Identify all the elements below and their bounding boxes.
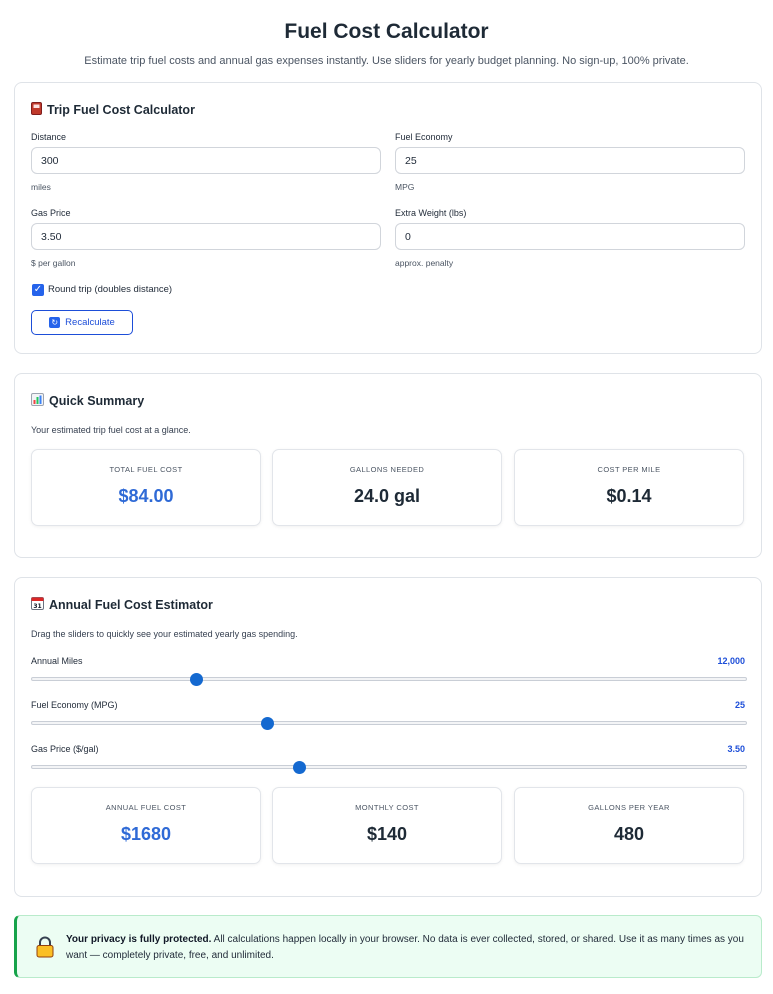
stat-label: Annual Fuel Cost (105, 803, 187, 812)
refresh-icon: ↻ (49, 317, 61, 328)
gallons-needed-value: 24.0 gal (353, 486, 421, 506)
stat-label: Gallons Needed (349, 465, 425, 474)
summary-description: Your estimated trip fuel cost at a glanc… (31, 425, 191, 435)
annual-miles-slider[interactable] (31, 672, 747, 686)
fuel-economy-slider-label: Fuel Economy (MPG) (31, 700, 118, 710)
fuel-pump-icon (31, 102, 42, 118)
round-trip-label[interactable]: Round trip (doubles distance) (48, 284, 172, 295)
gas-price-hint: $ per gallon (31, 258, 76, 268)
total-fuel-cost-value: $84.00 (118, 486, 174, 506)
privacy-heading: Your privacy is fully protected. (66, 934, 212, 945)
annual-description: Drag the sliders to quickly see your est… (31, 629, 298, 639)
fuel-economy-input[interactable] (395, 147, 745, 174)
annual-card-title-text: Annual Fuel Cost Estimator (49, 598, 213, 612)
slider-thumb[interactable] (189, 672, 203, 686)
page-title: Fuel Cost Calculator (284, 20, 489, 43)
trip-calculator-card: Trip Fuel Cost Calculator Distance miles… (14, 82, 762, 354)
gallons-per-year-box: Gallons Per Year 480 (514, 787, 744, 864)
extra-weight-input[interactable] (395, 223, 745, 250)
gallons-needed-box: Gallons Needed 24.0 gal (272, 449, 502, 526)
slider-thumb[interactable] (261, 716, 275, 730)
distance-label: Distance (31, 132, 67, 142)
privacy-text: Your privacy is fully protected. All cal… (66, 932, 746, 964)
stat-label: Total Fuel Cost (109, 465, 183, 474)
trip-card-title: Trip Fuel Cost Calculator (31, 102, 195, 118)
gas-price-label: Gas Price (31, 208, 71, 218)
cost-per-mile-value: $0.14 (606, 486, 652, 506)
fuel-economy-label: Fuel Economy (395, 132, 453, 142)
extra-weight-label: Extra Weight (lbs) (395, 208, 467, 218)
annual-estimator-card: 31 Annual Fuel Cost Estimator Drag the s… (14, 577, 762, 897)
gallons-per-year-value: 480 (613, 824, 645, 844)
gas-price-slider[interactable] (31, 760, 747, 774)
stat-label: Gallons Per Year (588, 803, 670, 812)
bar-chart-icon (31, 393, 44, 409)
annual-card-title: 31 Annual Fuel Cost Estimator (31, 597, 213, 613)
annual-fuel-cost-box: Annual Fuel Cost $1680 (31, 787, 261, 864)
calendar-icon: 31 (31, 597, 44, 613)
round-trip-checkbox[interactable]: ✓ (32, 284, 44, 296)
quick-summary-card: Quick Summary Your estimated trip fuel c… (14, 373, 762, 558)
page-subtitle: Estimate trip fuel costs and annual gas … (84, 55, 689, 67)
monthly-cost-box: Monthly Cost $140 (272, 787, 502, 864)
svg-text:31: 31 (33, 603, 41, 610)
gas-price-slider-value: 3.50 (727, 744, 745, 754)
gas-price-input[interactable] (31, 223, 381, 250)
recalculate-label: Recalculate (65, 317, 115, 328)
distance-input[interactable] (31, 147, 381, 174)
cost-per-mile-box: Cost Per Mile $0.14 (514, 449, 744, 526)
total-fuel-cost-box: Total Fuel Cost $84.00 (31, 449, 261, 526)
monthly-cost-value: $140 (366, 824, 408, 844)
recalculate-button[interactable]: ↻ Recalculate (31, 310, 133, 335)
extra-weight-hint: approx. penalty (395, 258, 454, 268)
fuel-economy-hint: MPG (395, 182, 415, 192)
annual-miles-value: 12,000 (717, 656, 745, 666)
privacy-notice: Your privacy is fully protected. All cal… (14, 915, 762, 978)
fuel-economy-slider[interactable] (31, 716, 747, 730)
annual-fuel-cost-value: $1680 (120, 824, 172, 844)
fuel-economy-slider-value: 25 (734, 700, 745, 710)
summary-card-title: Quick Summary (31, 393, 144, 409)
stat-label: Cost Per Mile (597, 465, 661, 474)
stat-label: Monthly Cost (355, 803, 419, 812)
trip-card-title-text: Trip Fuel Cost Calculator (47, 103, 195, 117)
summary-card-title-text: Quick Summary (49, 394, 145, 408)
gas-price-slider-label: Gas Price ($/gal) (31, 744, 99, 754)
distance-hint: miles (31, 182, 51, 192)
lock-icon (36, 936, 54, 958)
slider-thumb[interactable] (293, 760, 307, 774)
annual-miles-label: Annual Miles (31, 656, 83, 666)
